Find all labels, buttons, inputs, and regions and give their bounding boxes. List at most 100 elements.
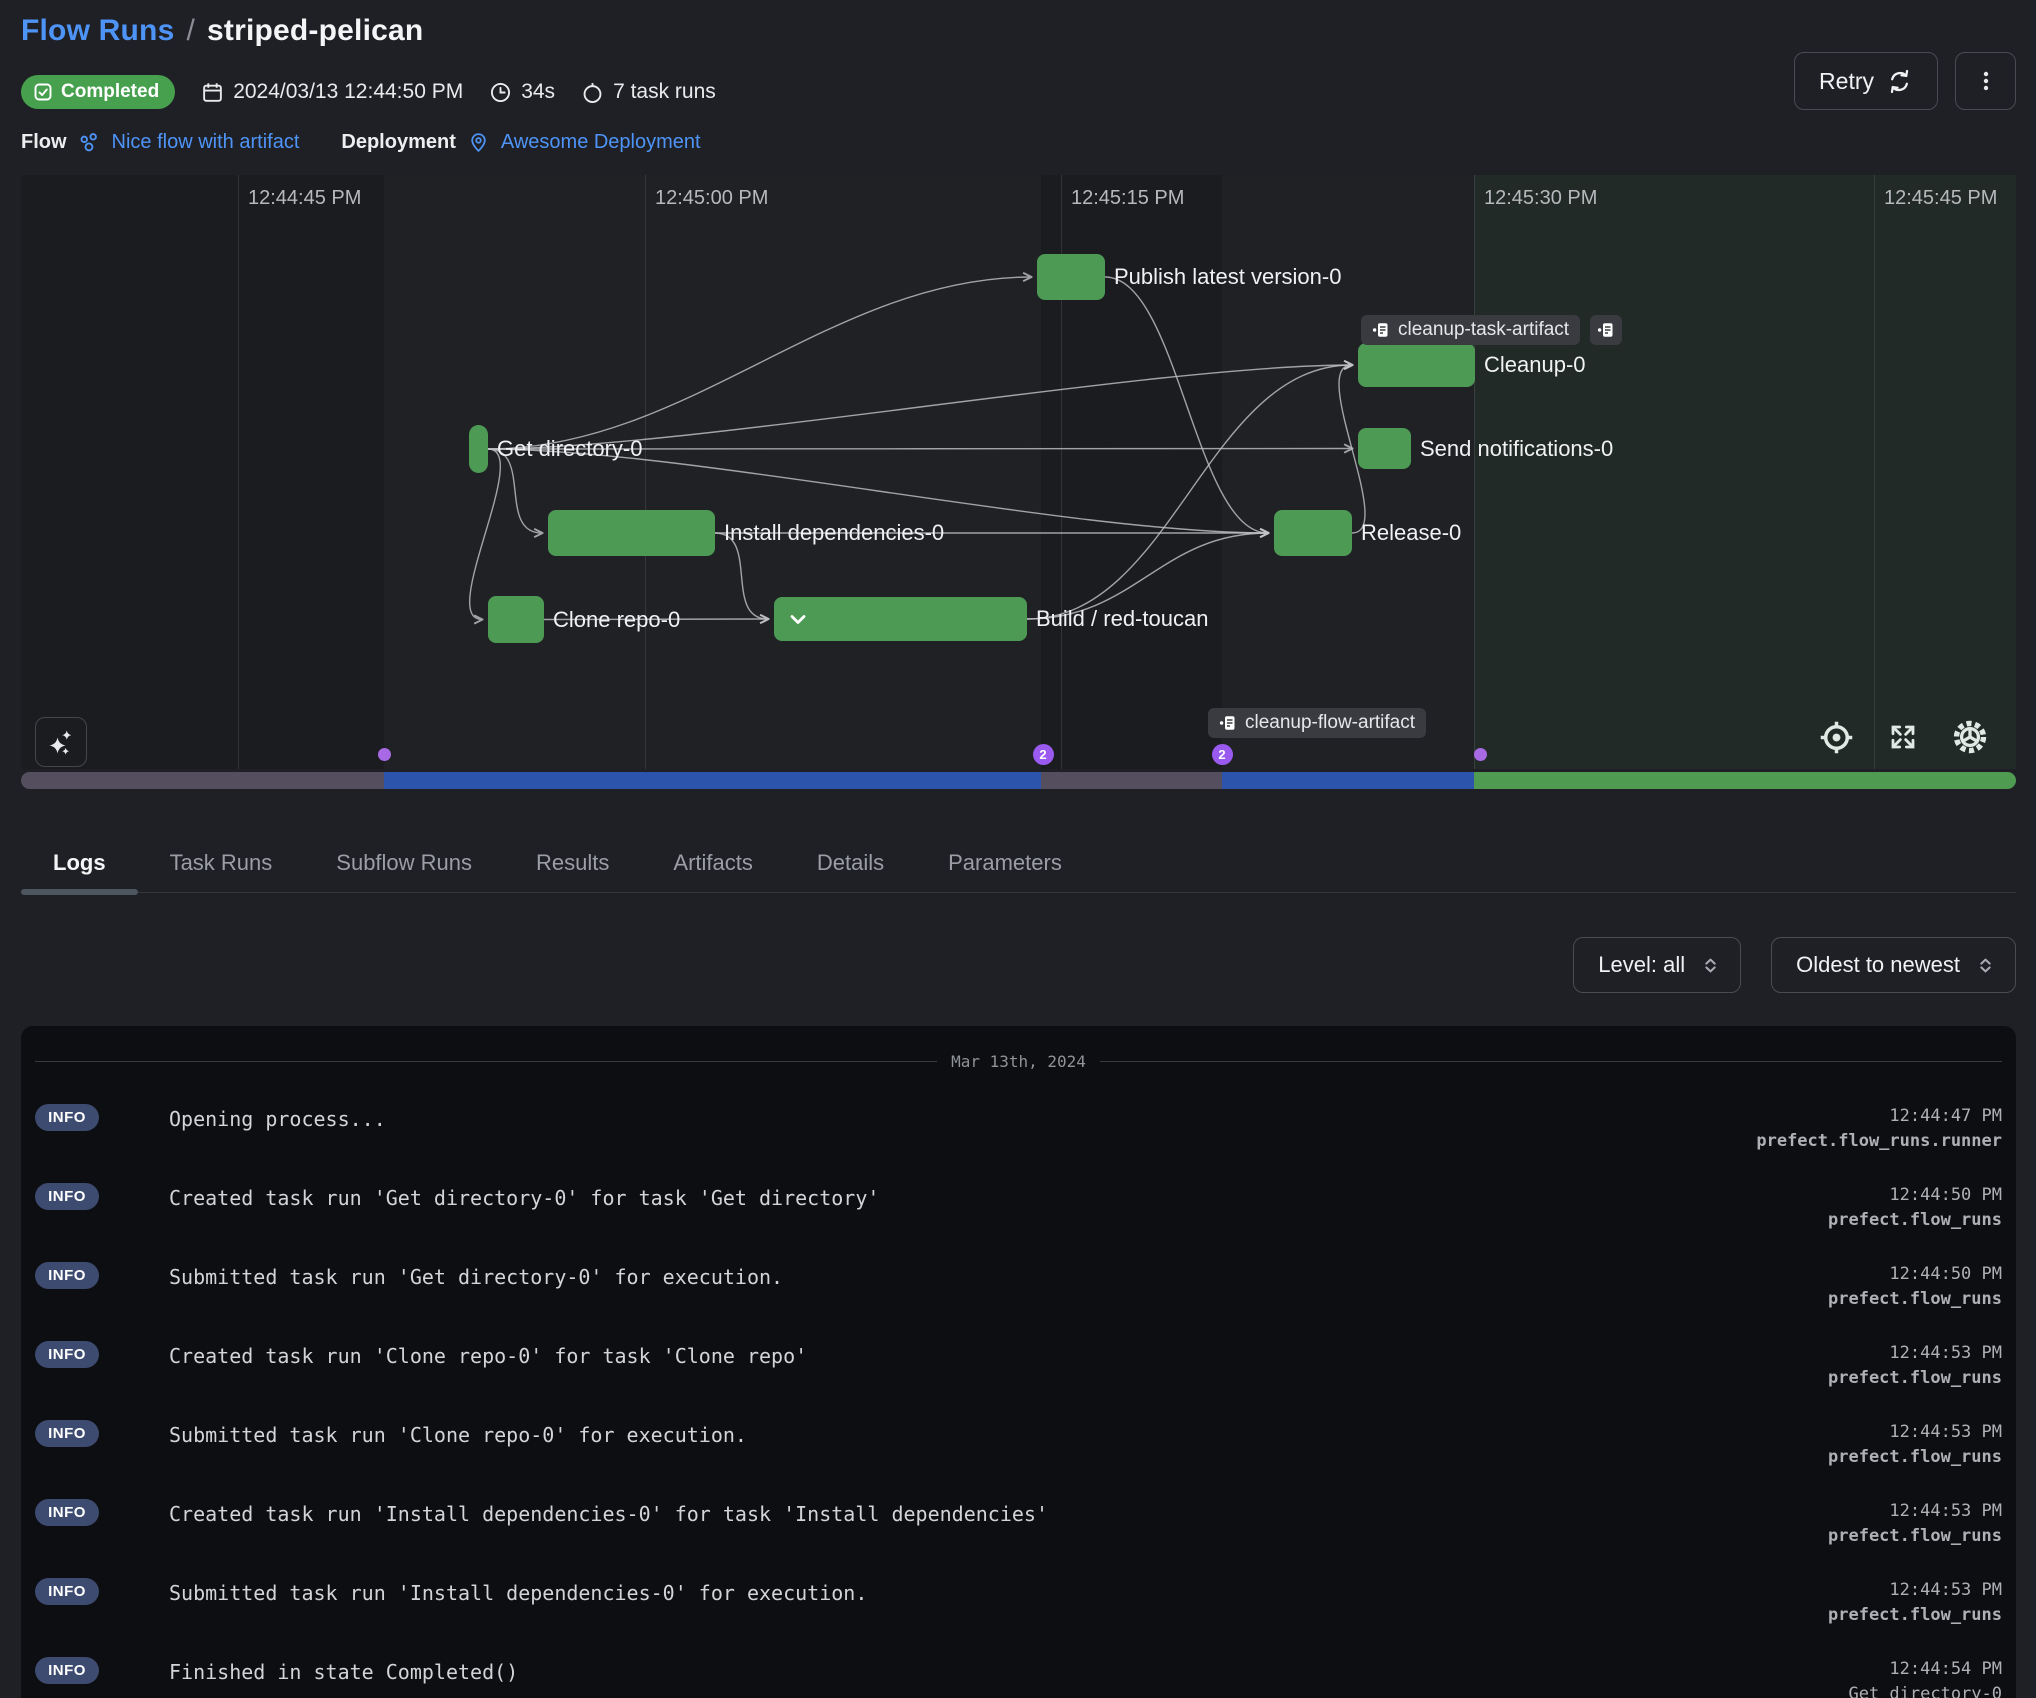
meta-row: Completed 2024/03/13 12:44:50 PM 34s 7 t… — [21, 75, 2016, 109]
level-filter-select[interactable]: Level: all — [1573, 937, 1741, 993]
log-message: Opening process... — [169, 1104, 386, 1131]
flow-link[interactable]: Nice flow with artifact — [112, 131, 300, 154]
artifact-marker[interactable] — [1474, 748, 1487, 761]
tab-logs[interactable]: Logs — [53, 850, 106, 876]
task-node-cr[interactable] — [488, 596, 544, 643]
log-message: Created task run 'Clone repo-0' for task… — [169, 1341, 807, 1368]
task-node-gd[interactable] — [469, 425, 488, 473]
deployment-label: Deployment — [341, 131, 455, 154]
tab-artifacts[interactable]: Artifacts — [673, 850, 752, 876]
page-title: striped-pelican — [207, 14, 423, 48]
log-row[interactable]: INFOOpening process...12:44:47 PMprefect… — [35, 1104, 2002, 1154]
flow-label: Flow — [21, 131, 67, 154]
minimap-segment-blue — [1222, 772, 1474, 789]
task-node-bld[interactable] — [774, 597, 1027, 641]
artifact-marker[interactable]: 2 — [1212, 744, 1233, 765]
breadcrumb: Flow Runs / striped-pelican — [21, 14, 2016, 48]
log-level-badge: INFO — [35, 1578, 99, 1605]
stopwatch-icon — [581, 81, 604, 104]
task-node-rel[interactable] — [1274, 510, 1352, 556]
log-meta: 12:44:53 PMprefect.flow_runs — [1828, 1420, 2002, 1470]
log-time: 12:44:47 PM — [1756, 1104, 2002, 1128]
log-time: 12:44:53 PM — [1828, 1341, 2002, 1365]
edge-gd-pub — [488, 277, 1031, 449]
duration: 34s — [489, 80, 555, 104]
artifact-chip[interactable]: cleanup-task-artifact — [1361, 315, 1580, 345]
task-node-label: Get directory-0 — [497, 425, 643, 473]
artifact-marker[interactable] — [378, 748, 391, 761]
log-row[interactable]: INFOCreated task run 'Clone repo-0' for … — [35, 1341, 2002, 1391]
log-time: 12:44:53 PM — [1828, 1578, 2002, 1602]
tab-subflow-runs[interactable]: Subflow Runs — [336, 850, 472, 876]
breadcrumb-flow-runs-link[interactable]: Flow Runs — [21, 14, 174, 48]
state-badge: Completed — [21, 75, 175, 109]
log-row[interactable]: INFO Created task run 'Get directory-0' f… — [35, 1183, 2002, 1233]
task-node-id[interactable] — [548, 510, 715, 556]
retry-label: Retry — [1819, 68, 1874, 95]
log-message: Submitted task run 'Install dependencies… — [169, 1578, 867, 1605]
minimap-segment-muted — [1041, 772, 1222, 789]
task-node-sn[interactable] — [1358, 428, 1411, 469]
log-level-badge: INFO — [35, 1262, 99, 1289]
minimap-segment-green — [1474, 772, 2016, 789]
log-level-badge: INFO — [35, 1499, 99, 1526]
artifact-marker-count: 2 — [1212, 744, 1233, 765]
tab-details[interactable]: Details — [817, 850, 884, 876]
map-pin-icon — [468, 132, 489, 153]
log-row[interactable]: INFO Created task run 'Install dependenci… — [35, 1499, 2002, 1549]
log-source: prefect.flow_runs — [1828, 1207, 2002, 1233]
log-message: Created task run 'Get directory-0' for t… — [169, 1183, 879, 1210]
timeline-minimap[interactable] — [21, 772, 2016, 789]
task-node-label: Send notifications-0 — [1420, 428, 1613, 469]
sort-order-select[interactable]: Oldest to newest — [1771, 937, 2016, 993]
task-node-label: Cleanup-0 — [1484, 343, 1586, 387]
log-row[interactable]: INFOSubmitted task run 'Get directory-0'… — [35, 1262, 2002, 1312]
log-rows: INFO Opening process... 12:44:47 PM prefect… — [35, 1104, 2002, 1698]
active-tab-indicator — [21, 889, 138, 895]
flow-run-page: Flow Runs / striped-pelican Completed 20… — [0, 0, 2036, 1698]
tab-parameters[interactable]: Parameters — [948, 850, 1062, 876]
deployment-link[interactable]: Awesome Deployment — [501, 131, 701, 154]
retry-button[interactable]: Retry — [1794, 52, 1938, 110]
tab-results[interactable]: Results — [536, 850, 609, 876]
log-source: prefect.flow_runs — [1828, 1365, 2002, 1391]
chevron-up-down-icon — [1976, 956, 1995, 975]
log-time: 12:44:54 PM — [1828, 1657, 2002, 1681]
artifact-chip-label: cleanup-task-artifact — [1398, 319, 1569, 341]
log-level-badge: INFO — [35, 1183, 99, 1210]
log-time: 12:44:53 PM — [1828, 1420, 2002, 1444]
log-meta: 12:44:53 PMprefect.flow_runs — [1828, 1499, 2002, 1549]
detail-tabs: Logs Task Runs Subflow Runs Results Artifact… — [21, 833, 2016, 893]
duration-value: 34s — [521, 80, 555, 104]
edge-bld-cl — [1027, 365, 1352, 619]
log-message: Created task run 'Install dependencies-0… — [169, 1499, 1048, 1526]
log-row[interactable]: INFOFinished in state Completed()12:44:5… — [35, 1657, 2002, 1698]
check-square-icon — [33, 82, 53, 102]
log-row[interactable]: INFOSubmitted task run 'Clone repo-0' fo… — [35, 1420, 2002, 1470]
log-filters: Level: all Oldest to newest — [1573, 937, 2016, 993]
log-row[interactable]: INFO Submitted task run 'Install dependen… — [35, 1578, 2002, 1628]
log-source: Get directory-0 — [1828, 1681, 2002, 1698]
log-meta: 12:44:50 PMprefect.flow_runs — [1828, 1183, 2002, 1233]
kebab-menu-icon — [1974, 69, 1998, 93]
tab-task-runs[interactable]: Task Runs — [170, 850, 273, 876]
task-node-pub[interactable] — [1037, 254, 1105, 300]
artifact-icon — [1372, 321, 1390, 339]
minimap-segment-blue — [384, 772, 1041, 789]
log-meta: 12:44:53 PMprefect.flow_runs — [1828, 1578, 2002, 1628]
flow-run-graph[interactable]: 12:44:45 PM12:45:00 PM12:45:15 PM12:45:3… — [21, 175, 2016, 769]
artifact-chip-collapsed[interactable] — [1590, 315, 1622, 345]
artifact-chip[interactable]: cleanup-flow-artifact — [1208, 708, 1426, 738]
chevron-up-down-icon — [1701, 956, 1720, 975]
task-run-count-value: 7 task runs — [613, 80, 716, 104]
more-options-button[interactable] — [1955, 52, 2016, 110]
task-node-label: Install dependencies-0 — [724, 510, 944, 556]
task-node-cl[interactable] — [1358, 343, 1475, 387]
state-label: Completed — [61, 81, 159, 103]
clock-icon — [489, 81, 512, 104]
artifact-icon — [1219, 714, 1237, 732]
flow-icon — [79, 133, 100, 152]
start-time: 2024/03/13 12:44:50 PM — [201, 80, 463, 104]
artifact-marker[interactable]: 2 — [1033, 744, 1054, 765]
task-node-label: Clone repo-0 — [553, 596, 680, 643]
